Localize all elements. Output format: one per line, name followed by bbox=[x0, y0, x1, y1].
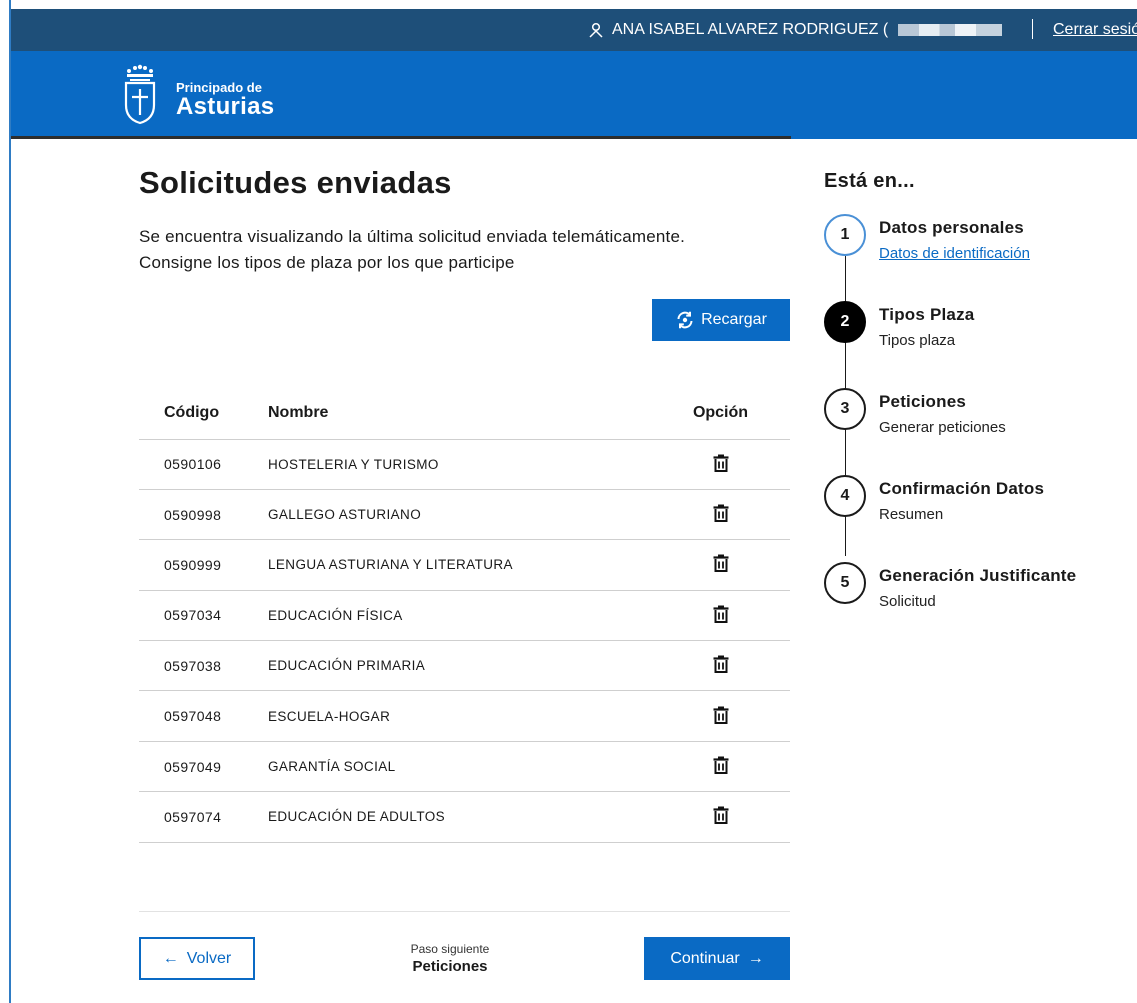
step-5-title: Generación Justificante bbox=[879, 566, 1077, 585]
trash-icon[interactable] bbox=[712, 705, 730, 728]
table-row: 0597048 ESCUELA-HOGAR bbox=[139, 690, 790, 742]
row-name: EDUCACIÓN PRIMARIA bbox=[268, 640, 651, 692]
step-3-subtitle: Generar peticiones bbox=[879, 419, 1006, 436]
row-code: 0590998 bbox=[139, 489, 268, 541]
trash-icon[interactable] bbox=[712, 453, 730, 476]
reload-icon bbox=[677, 311, 693, 329]
step-5-subtitle: Solicitud bbox=[879, 593, 936, 610]
continue-label: Continuar bbox=[670, 949, 740, 967]
table-row: 0597038 EDUCACIÓN PRIMARIA bbox=[139, 640, 790, 692]
row-option bbox=[651, 590, 790, 642]
reload-label: Recargar bbox=[701, 311, 767, 328]
brand-name: Principado de Asturias bbox=[176, 81, 274, 119]
step-2-subtitle: Tipos plaza bbox=[879, 332, 956, 349]
step-4-number: 4 bbox=[824, 475, 866, 517]
step-3-title: Peticiones bbox=[879, 392, 967, 411]
table-header-row: Código Nombre Opción bbox=[139, 388, 790, 440]
step-5-number: 5 bbox=[824, 562, 866, 604]
row-option bbox=[651, 741, 790, 793]
user-name: ANA ISABEL ALVAREZ RODRIGUEZ ( bbox=[612, 21, 889, 38]
row-code: 0597048 bbox=[139, 690, 268, 742]
intro-line-1: Se encuentra visualizando la última soli… bbox=[139, 227, 686, 246]
trash-icon[interactable] bbox=[712, 755, 730, 778]
step-4-subtitle: Resumen bbox=[879, 506, 944, 523]
user-bar: ANA ISABEL ALVAREZ RODRIGUEZ ( Cerrar se… bbox=[11, 9, 1137, 51]
row-code: 0590106 bbox=[139, 439, 268, 490]
column-header-code: Código bbox=[139, 388, 268, 440]
next-step-label: Paso siguiente bbox=[410, 942, 490, 956]
table-row: 0597034 EDUCACIÓN FÍSICA bbox=[139, 590, 790, 642]
row-name: LENGUA ASTURIANA Y LITERATURA bbox=[268, 539, 651, 591]
user-info: ANA ISABEL ALVAREZ RODRIGUEZ ( bbox=[588, 21, 1003, 39]
step-2-number: 2 bbox=[824, 301, 866, 343]
trash-icon[interactable] bbox=[712, 553, 730, 576]
table-row: 0590998 GALLEGO ASTURIANO bbox=[139, 489, 790, 541]
reload-button[interactable]: Recargar bbox=[652, 299, 790, 341]
row-name: GARANTÍA SOCIAL bbox=[268, 741, 651, 793]
step-4-title: Confirmación Datos bbox=[879, 479, 1045, 498]
trash-icon[interactable] bbox=[712, 604, 730, 627]
step-1-title: Datos personales bbox=[879, 218, 1024, 237]
row-option bbox=[651, 539, 790, 591]
table-row: 0597074 EDUCACIÓN DE ADULTOS bbox=[139, 791, 790, 843]
redacted-id bbox=[898, 24, 1003, 36]
table-row: 0597049 GARANTÍA SOCIAL bbox=[139, 741, 790, 793]
brand-line2: Asturias bbox=[176, 93, 275, 120]
back-button[interactable]: ← Volver bbox=[139, 937, 255, 980]
row-option bbox=[651, 640, 790, 692]
step-3-number: 3 bbox=[824, 388, 866, 430]
table-row: 0590999 LENGUA ASTURIANA Y LITERATURA bbox=[139, 539, 790, 591]
arrow-right-icon: → bbox=[747, 949, 764, 967]
left-edge-line bbox=[9, 0, 11, 1003]
brand-underline bbox=[11, 136, 791, 139]
trash-icon[interactable] bbox=[712, 654, 730, 677]
step-1-link[interactable]: Datos de identificación bbox=[879, 245, 1030, 262]
footer-divider bbox=[139, 911, 790, 912]
page-title: Solicitudes enviadas bbox=[139, 165, 452, 200]
row-code: 0590999 bbox=[139, 539, 268, 591]
brand-header: Principado de Asturias bbox=[11, 51, 1137, 139]
row-option bbox=[651, 791, 790, 843]
trash-icon[interactable] bbox=[712, 503, 730, 526]
back-label: Volver bbox=[186, 949, 232, 967]
user-bar-separator bbox=[1032, 19, 1033, 39]
page-intro: Se encuentra visualizando la última soli… bbox=[139, 224, 789, 276]
row-name: HOSTELERIA Y TURISMO bbox=[268, 439, 651, 490]
next-step-value: Peticiones bbox=[412, 958, 488, 975]
logout-link[interactable]: Cerrar sesió bbox=[1053, 21, 1137, 39]
column-header-option: Opción bbox=[651, 388, 790, 440]
step-1-number: 1 bbox=[824, 214, 866, 256]
continue-button[interactable]: Continuar → bbox=[644, 937, 790, 980]
row-option bbox=[651, 690, 790, 742]
trash-icon[interactable] bbox=[712, 805, 730, 828]
row-option bbox=[651, 489, 790, 541]
next-step-indicator: Paso siguiente Peticiones bbox=[380, 942, 520, 975]
row-code: 0597049 bbox=[139, 741, 268, 793]
row-option bbox=[651, 439, 790, 490]
row-name: EDUCACIÓN FÍSICA bbox=[268, 590, 651, 642]
table-row: 0590106 HOSTELERIA Y TURISMO bbox=[139, 439, 790, 490]
user-icon bbox=[589, 22, 603, 38]
plaza-types-table: Código Nombre Opción 0590106 HOSTELERIA Y… bbox=[139, 388, 790, 843]
row-code: 0597034 bbox=[139, 590, 268, 642]
row-name: EDUCACIÓN DE ADULTOS bbox=[268, 791, 651, 843]
row-code: 0597038 bbox=[139, 640, 268, 692]
row-code: 0597074 bbox=[139, 791, 268, 843]
stepper-title: Está en... bbox=[824, 170, 915, 192]
arrow-left-icon: ← bbox=[162, 949, 179, 967]
intro-line-2: Consigne los tipos de plaza por los que … bbox=[139, 253, 515, 272]
row-name: ESCUELA-HOGAR bbox=[268, 690, 651, 742]
step-2-title: Tipos Plaza bbox=[879, 305, 975, 324]
column-header-name: Nombre bbox=[268, 388, 651, 440]
crest-logo[interactable] bbox=[121, 63, 159, 125]
row-name: GALLEGO ASTURIANO bbox=[268, 489, 651, 541]
